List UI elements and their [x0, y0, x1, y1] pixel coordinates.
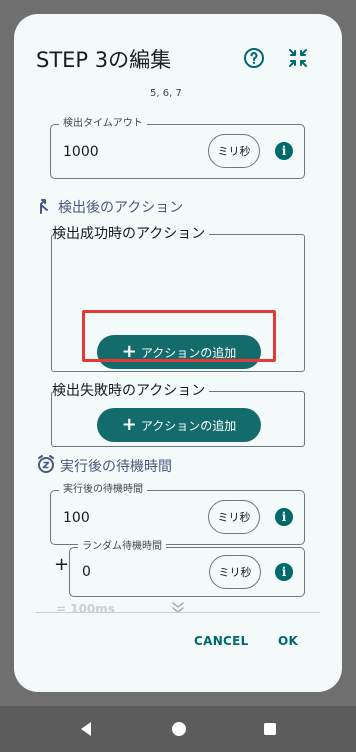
info-icon[interactable]: i: [275, 508, 293, 526]
detection-timeout-field[interactable]: 検出タイムアウト 1000 ミリ秒 i: [50, 117, 305, 179]
recents-icon[interactable]: [262, 720, 278, 738]
failure-actions-box: 検出失敗時のアクション + アクションの追加: [51, 383, 305, 447]
add-failure-action-button[interactable]: + アクションの追加: [97, 408, 261, 442]
wait-unit-chip[interactable]: ミリ秒: [208, 500, 260, 534]
random-unit-chip[interactable]: ミリ秒: [209, 555, 261, 589]
random-wait-value[interactable]: 0: [82, 564, 91, 580]
wait-section-title: 実行後の待機時間: [60, 459, 172, 475]
dialog-title: STEP 3の編集: [36, 48, 172, 72]
shrink-icon[interactable]: [286, 46, 310, 70]
random-wait-label: ランダム待機時間: [78, 540, 166, 554]
wait-time-field[interactable]: 実行後の待機時間 100 ミリ秒 i: [50, 483, 305, 545]
detection-timeout-label: 検出タイムアウト: [59, 117, 147, 131]
failure-actions-label: 検出失敗時のアクション: [52, 383, 210, 399]
back-icon[interactable]: [78, 720, 94, 738]
success-actions-label: 検出成功時のアクション: [52, 226, 210, 242]
home-icon[interactable]: [170, 720, 188, 738]
after-detection-title: 検出後のアクション: [58, 200, 184, 216]
ok-button[interactable]: OK: [278, 634, 298, 648]
wait-time-label: 実行後の待機時間: [59, 483, 147, 497]
partial-list-text: 5, 6, 7: [150, 88, 182, 99]
divider: [36, 612, 320, 613]
detection-timeout-value[interactable]: 1000: [63, 144, 99, 160]
help-icon[interactable]: [242, 46, 266, 70]
add-action-label: アクションの追加: [140, 418, 237, 433]
random-wait-field[interactable]: ランダム待機時間 0 ミリ秒 i: [69, 540, 305, 597]
timeout-unit-chip[interactable]: ミリ秒: [208, 134, 260, 168]
plus-sign: +: [54, 554, 70, 575]
info-icon[interactable]: i: [275, 563, 293, 581]
wait-time-value[interactable]: 100: [63, 510, 90, 526]
alarm-snooze-icon: [38, 455, 54, 473]
branch-arrow-icon: [40, 199, 48, 214]
info-icon[interactable]: i: [275, 142, 293, 160]
total-wait-result: = 100ms: [56, 602, 115, 612]
cancel-button[interactable]: CANCEL: [194, 634, 249, 648]
highlight-box: [82, 310, 276, 362]
plus-icon: +: [121, 414, 137, 435]
system-nav-bar: [0, 706, 356, 752]
double-chevron-down-icon[interactable]: [171, 601, 185, 612]
